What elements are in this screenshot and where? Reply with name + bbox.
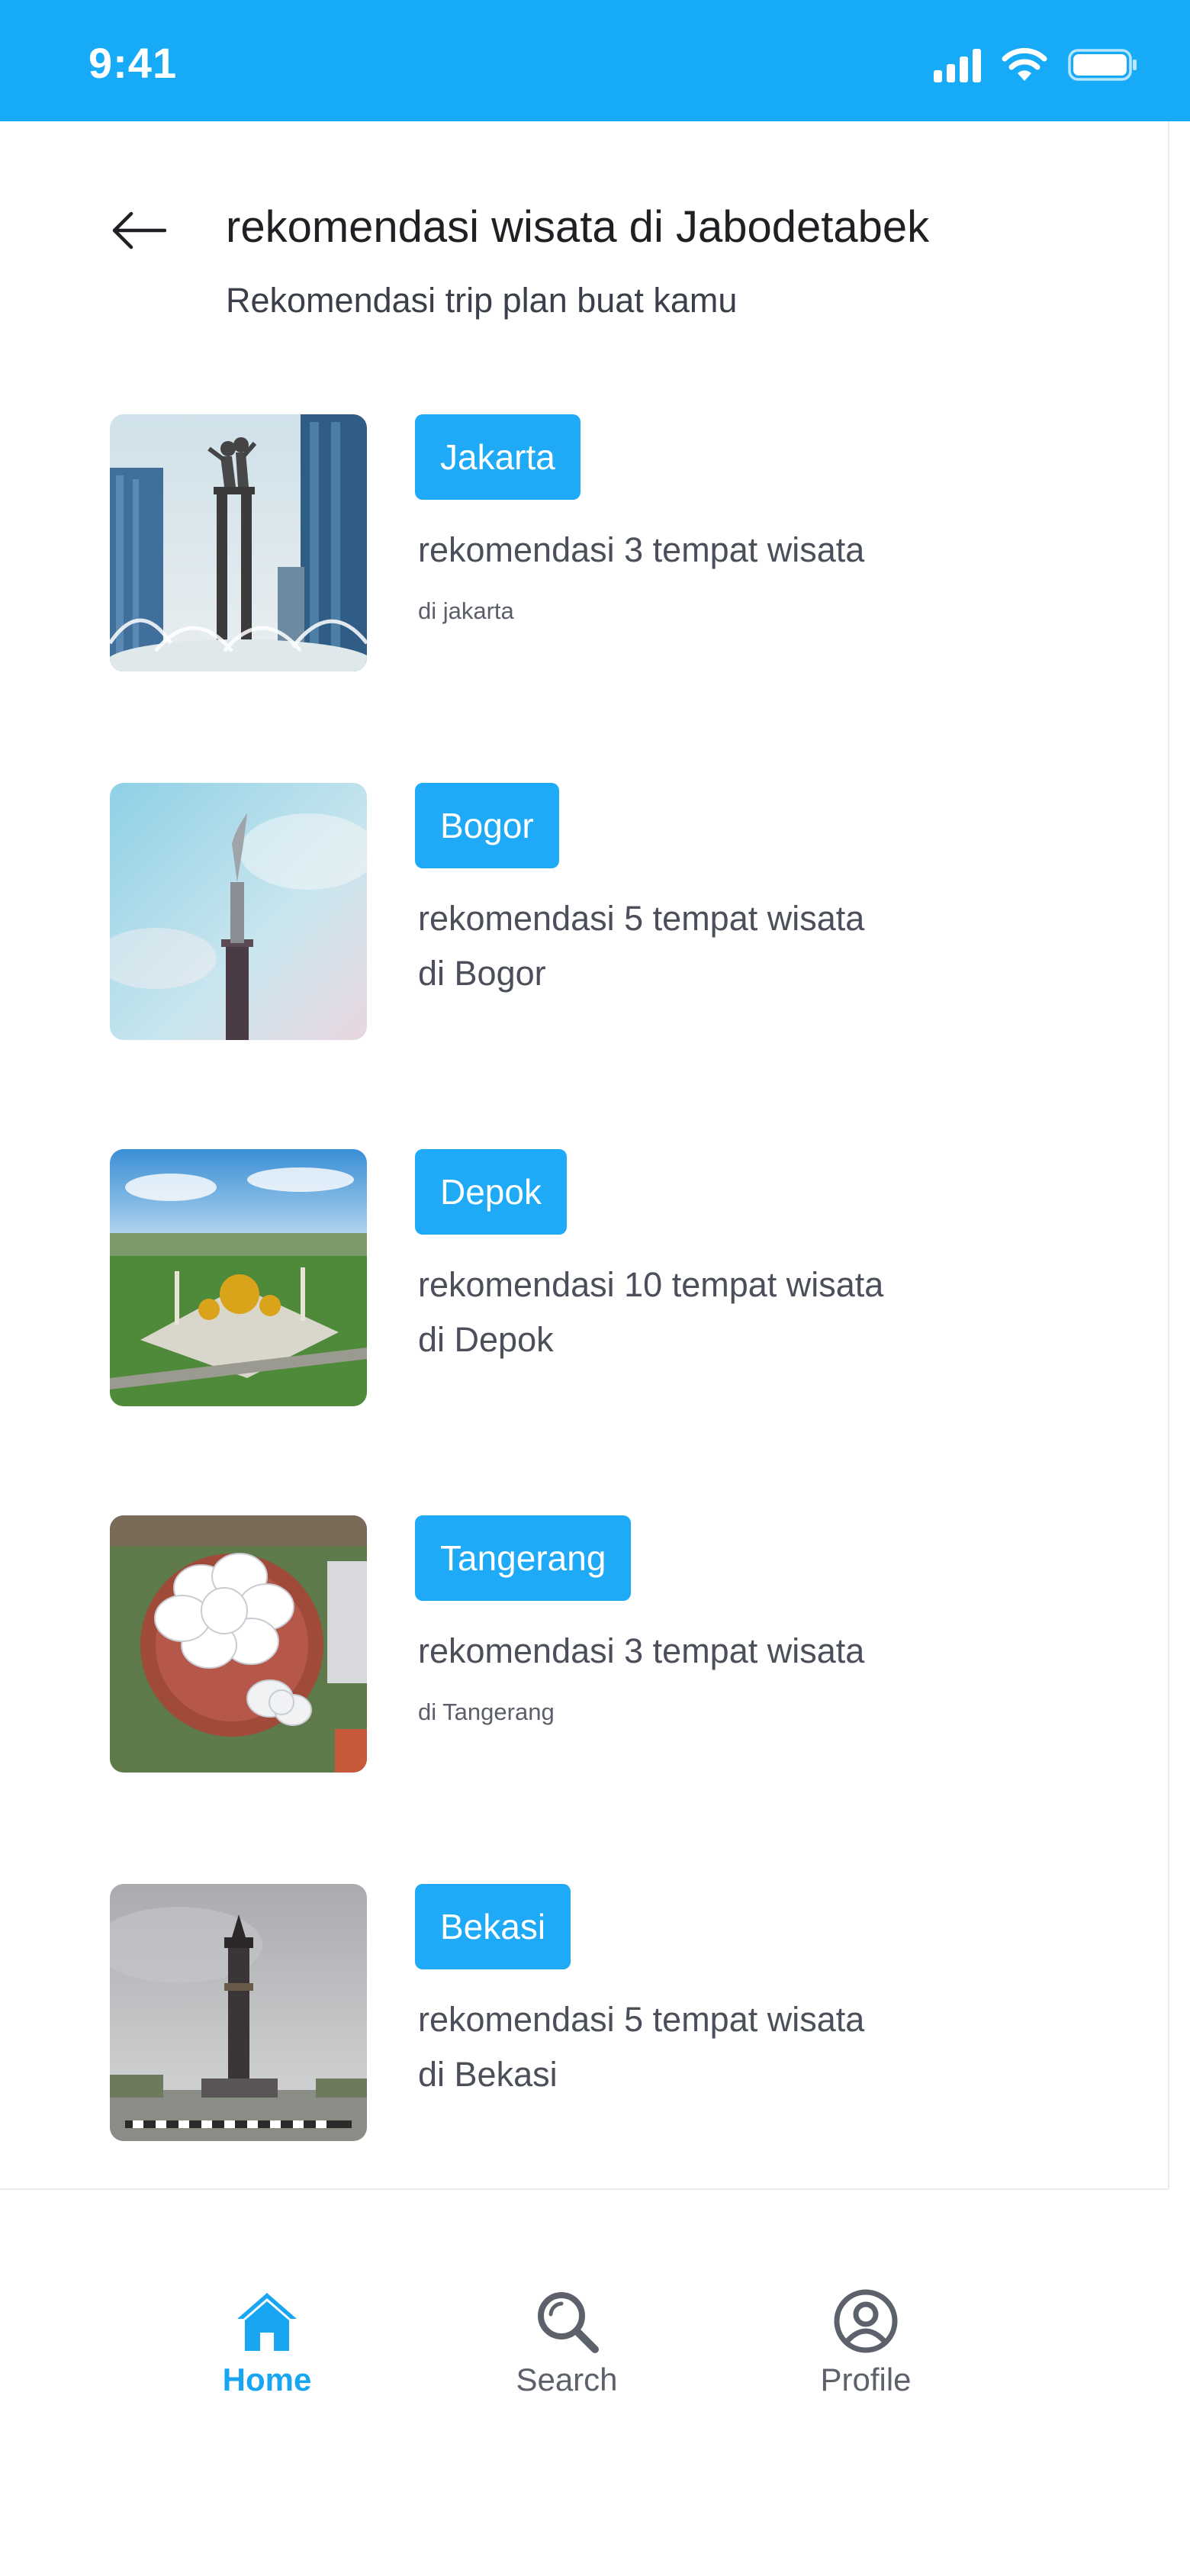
nav-item-home[interactable]: Home [175, 2287, 359, 2398]
nav-label-home: Home [222, 2362, 312, 2397]
city-thumbnail[interactable] [110, 1515, 367, 1773]
city-thumbnail[interactable] [110, 414, 367, 671]
home-icon [237, 2293, 297, 2351]
bottom-nav: Home Search Profile [0, 2190, 1190, 2576]
city-item-bekasi[interactable]: Bekasi rekomendasi 5 tempat wisata di Be… [0, 1884, 1169, 2142]
nav-item-search[interactable]: Search [475, 2287, 658, 2398]
content-edge-divider [1168, 121, 1169, 2189]
city-location-text: di jakarta [418, 597, 514, 624]
city-location-text: di Tangerang [418, 1699, 555, 1725]
city-thumbnail[interactable] [110, 783, 367, 1040]
status-bar: 9:41 [0, 0, 1190, 121]
city-item-tangerang[interactable]: Tangerang rekomendasi 3 tempat wisata di… [0, 1515, 1169, 1773]
page-title: rekomendasi wisata di Jabodetabek [226, 202, 930, 252]
nav-label-profile: Profile [820, 2362, 912, 2397]
page-subtitle: Rekomendasi trip plan buat kamu [226, 281, 738, 320]
city-location-text: di Bogor [418, 954, 546, 993]
city-item-depok[interactable]: Depok rekomendasi 10 tempat wisata di De… [0, 1149, 1169, 1407]
city-item-bogor[interactable]: Bogor rekomendasi 5 tempat wisata di Bog… [0, 783, 1169, 1041]
city-recommendation-text: rekomendasi 10 tempat wisata [418, 1265, 884, 1304]
city-recommendation-text: rekomendasi 5 tempat wisata [418, 899, 865, 938]
city-item-jakarta[interactable]: Jakarta rekomendasi 3 tempat wisata di j… [0, 414, 1169, 672]
arrow-left-icon [112, 211, 166, 250]
city-tag-depok[interactable]: Depok [415, 1149, 567, 1235]
status-time: 9:41 [88, 39, 178, 87]
cellular-signal-icon [934, 47, 981, 82]
back-button[interactable] [111, 203, 166, 258]
status-icons [934, 44, 1138, 85]
battery-icon [1068, 49, 1137, 81]
city-location-text: di Depok [418, 1320, 554, 1359]
city-tag-jakarta[interactable]: Jakarta [415, 414, 581, 500]
city-recommendation-text: rekomendasi 5 tempat wisata [418, 2000, 865, 2039]
city-recommendation-text: rekomendasi 3 tempat wisata [418, 1631, 865, 1670]
city-location-text: di Bekasi [418, 2055, 558, 2094]
city-thumbnail[interactable] [110, 1884, 367, 2141]
city-tag-tangerang[interactable]: Tangerang [415, 1515, 632, 1601]
wifi-icon [1002, 47, 1047, 81]
profile-icon [834, 2289, 898, 2353]
city-tag-bekasi[interactable]: Bekasi [415, 1884, 571, 1969]
nav-item-profile[interactable]: Profile [774, 2287, 957, 2398]
city-recommendation-text: rekomendasi 3 tempat wisata [418, 530, 865, 569]
search-icon [538, 2292, 599, 2353]
nav-label-search: Search [516, 2362, 618, 2397]
city-tag-bogor[interactable]: Bogor [415, 783, 559, 868]
city-thumbnail[interactable] [110, 1149, 367, 1406]
